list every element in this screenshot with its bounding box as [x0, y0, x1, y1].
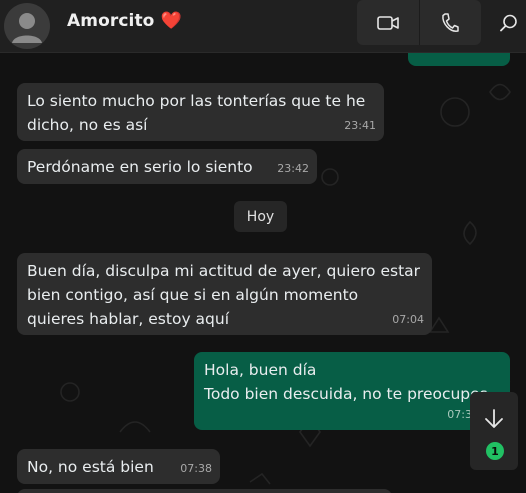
message-text: Perdóname en serio lo siento [27, 158, 253, 176]
message-text: Buen día, disculpa mi actitud de ayer, q… [27, 262, 421, 280]
contact-name[interactable]: Amorcito ❤️ [67, 11, 182, 31]
message-bubble[interactable]: Buen día, disculpa mi actitud de ayer, q… [17, 253, 432, 335]
message-text: quieres hablar, estoy aquí [27, 310, 230, 328]
video-call-button[interactable] [357, 0, 419, 45]
search-button[interactable] [492, 8, 526, 38]
voice-call-button[interactable] [419, 0, 481, 45]
arrow-down-icon [485, 409, 503, 428]
date-separator: Hoy [234, 201, 287, 232]
phone-icon [442, 12, 459, 32]
message-area[interactable]: Lo siento mucho por las tonterías que te… [0, 52, 526, 493]
message-time: 07:04 [392, 313, 424, 326]
message-text: dicho, no es así [27, 116, 148, 134]
message-text: bien contigo, así que si en algún moment… [27, 286, 359, 304]
message-text: Lo siento mucho por las tonterías que te… [27, 92, 366, 110]
previous-outgoing-bubble [408, 52, 510, 66]
message-bubble[interactable]: No, no está bien 07:38 [17, 449, 220, 484]
contact-avatar[interactable] [4, 3, 50, 49]
call-button-group [357, 0, 481, 45]
next-message-bubble [17, 489, 392, 493]
chat-header: Amorcito ❤️ [0, 0, 526, 53]
message-text: Hola, buen día [204, 361, 317, 379]
message-bubble[interactable]: Perdóname en serio lo siento 23:42 [17, 149, 317, 184]
message-bubble[interactable]: Hola, buen día Todo bien descuida, no te… [194, 352, 510, 430]
message-bubble[interactable]: Lo siento mucho por las tonterías que te… [17, 83, 384, 141]
unread-count-badge: 1 [486, 442, 504, 460]
search-icon [500, 14, 517, 32]
message-time: 07:3 [447, 408, 472, 421]
message-time: 07:38 [180, 462, 212, 475]
video-call-icon [376, 15, 399, 30]
message-time: 23:41 [344, 119, 376, 132]
default-avatar-icon [12, 13, 42, 43]
message-time: 23:42 [277, 162, 309, 175]
